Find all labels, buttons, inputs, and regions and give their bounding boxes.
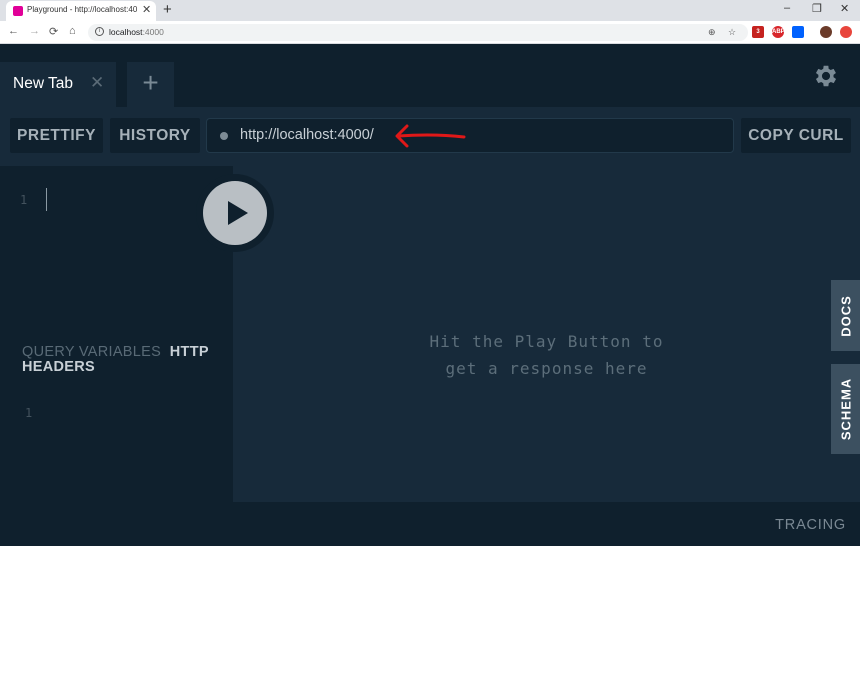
adblock-extension-icon[interactable]: ABP [772, 26, 785, 38]
gmail-badge: 3 [756, 29, 760, 35]
endpoint-url-input[interactable]: http://localhost:4000/ [206, 118, 734, 153]
extension-icon[interactable] [840, 26, 852, 38]
play-button[interactable] [196, 174, 274, 252]
playground-app: New Tab ✕ + PRETTIFY HISTORY http://loca… [0, 44, 860, 546]
browser-tab-title: Playground - http://localhost:4000/ [27, 5, 137, 14]
prettify-button[interactable]: PRETTIFY [10, 118, 103, 153]
window-close-icon[interactable]: ✕ [840, 2, 849, 15]
dropbox-extension-icon[interactable] [792, 26, 804, 38]
browser-tab-close-icon[interactable]: ✕ [142, 3, 151, 16]
browser-new-tab-button[interactable]: + [163, 1, 172, 18]
play-button-face [203, 181, 267, 245]
profile-avatar[interactable] [820, 26, 832, 38]
playground-tab[interactable]: New Tab ✕ [0, 62, 116, 107]
back-icon[interactable]: ← [8, 25, 19, 37]
placeholder-line-2: get a response here [445, 359, 648, 378]
text-cursor [46, 188, 47, 211]
endpoint-url-text: http://localhost:4000/ [240, 127, 374, 143]
zoom-icon[interactable]: ⊕ [708, 27, 716, 38]
forward-icon[interactable]: → [29, 25, 40, 37]
bookmark-star-icon[interactable]: ☆ [728, 27, 736, 38]
browser-window: Playground - http://localhost:4000/ ✕ + … [0, 0, 860, 546]
playground-tab-bar: New Tab ✕ + [0, 44, 860, 107]
home-icon[interactable]: ⌂ [69, 25, 76, 37]
playground-bottom-bar: TRACING [0, 502, 860, 546]
gmail-extension-icon[interactable]: 3 [752, 26, 764, 38]
playground-tab-title: New Tab [13, 75, 74, 92]
vars-line-number: 1 [25, 406, 33, 420]
reload-icon[interactable]: ⟳ [49, 25, 58, 38]
editor-line-number: 1 [20, 193, 28, 207]
restore-icon[interactable]: ❐ [812, 2, 822, 15]
schema-side-tab[interactable]: SCHEMA [831, 364, 860, 454]
connection-status-dot [220, 132, 228, 140]
graphql-favicon-icon [13, 6, 23, 16]
result-placeholder: Hit the Play Button to get a response he… [233, 328, 860, 382]
query-variables-tab[interactable]: QUERY VARIABLES [22, 344, 161, 360]
play-icon [228, 201, 248, 225]
docs-side-tab[interactable]: DOCS [831, 280, 860, 351]
query-variables-panel: QUERY VARIABLES HTTP HEADERS 1 [0, 328, 233, 502]
address-url: localhost:4000 [109, 27, 164, 37]
schema-label: SCHEMA [838, 377, 853, 441]
browser-tab[interactable]: Playground - http://localhost:4000/ ✕ [6, 1, 156, 21]
annotation-arrow-icon [395, 124, 466, 148]
add-tab-button[interactable]: + [127, 62, 174, 107]
vars-tabs: QUERY VARIABLES HTTP HEADERS [22, 345, 227, 375]
site-info-icon[interactable]: i [95, 27, 104, 36]
history-button[interactable]: HISTORY [110, 118, 200, 153]
address-bar[interactable]: i localhost:4000 ⊕ ☆ [88, 24, 748, 41]
query-editor[interactable]: 1 [0, 166, 233, 328]
browser-toolbar: ← → ⟳ ⌂ i localhost:4000 ⊕ ☆ [0, 21, 860, 44]
placeholder-line-1: Hit the Play Button to [429, 332, 664, 351]
settings-gear-icon[interactable] [812, 62, 840, 90]
docs-label: DOCS [838, 294, 853, 337]
minimize-icon[interactable]: – [784, 2, 790, 14]
result-panel: Hit the Play Button to get a response he… [233, 166, 860, 502]
browser-tab-strip: Playground - http://localhost:4000/ ✕ + … [0, 0, 860, 21]
copy-curl-button[interactable]: COPY CURL [741, 118, 851, 153]
tracing-button[interactable]: TRACING [775, 517, 846, 533]
playground-tab-close-icon[interactable]: ✕ [90, 73, 104, 93]
